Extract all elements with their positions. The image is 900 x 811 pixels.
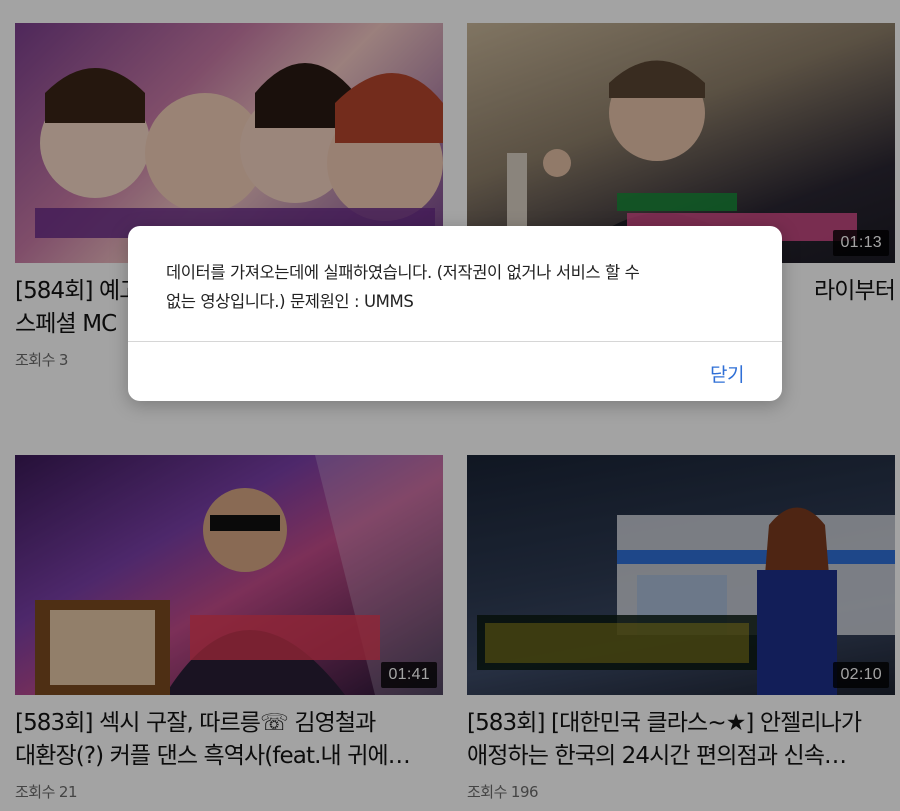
close-button[interactable]: 닫기 [710,360,744,387]
modal-overlay[interactable] [0,0,900,811]
error-message-line: 데이터를 가져오는데에 실패하였습니다. (저작권이 없거나 서비스 할 수 [166,263,640,282]
error-dialog: 데이터를 가져오는데에 실패하였습니다. (저작권이 없거나 서비스 할 수 없… [128,226,782,401]
error-message: 데이터를 가져오는데에 실패하였습니다. (저작권이 없거나 서비스 할 수 없… [166,258,756,316]
dialog-divider [128,341,782,342]
error-message-line: 없는 영상입니다.) 문제원인 : UMMS [166,292,414,311]
